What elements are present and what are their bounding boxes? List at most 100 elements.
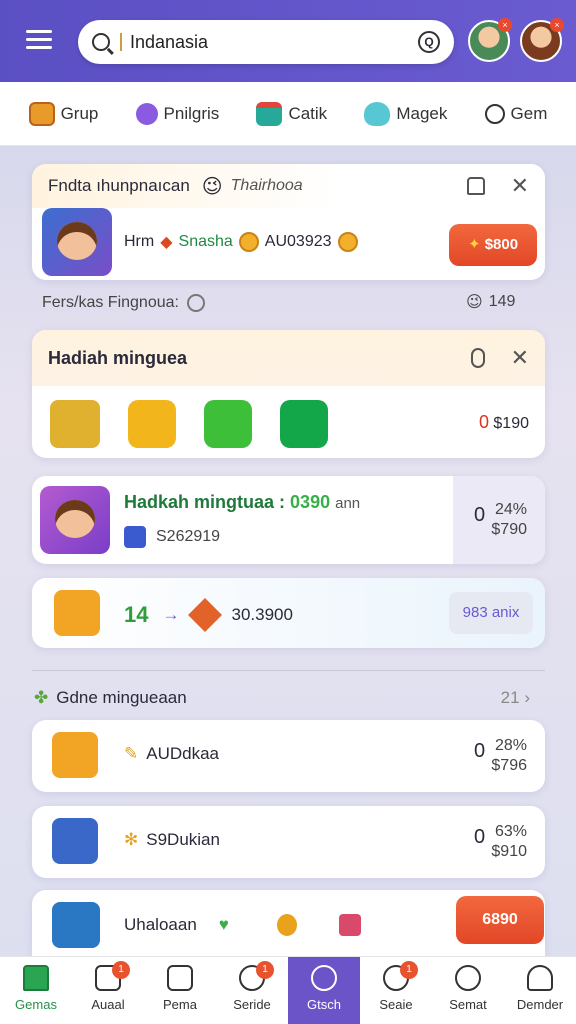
add-circle-icon[interactable] <box>186 294 205 312</box>
section-more[interactable]: 21 › <box>501 688 530 708</box>
info-label: Fers/kas Fingnoua: <box>42 294 179 311</box>
list-item-price: 63% $910 <box>491 822 527 862</box>
fire-icon: ◆ <box>160 234 173 251</box>
list-item-name: S9Dukian <box>146 830 220 849</box>
nav-label: Auaal <box>91 997 125 1012</box>
nav-semat[interactable]: Semat <box>432 957 504 1024</box>
game-thumbnail[interactable] <box>40 486 110 554</box>
weekly-title: Hadiah minguea <box>48 347 188 368</box>
teal-heart-icon <box>364 101 391 126</box>
green-app-icon[interactable] <box>204 400 252 448</box>
offer-sub: S262919 <box>156 528 221 545</box>
nav-demder[interactable]: Demder <box>504 957 576 1024</box>
puzzle-icon[interactable] <box>50 400 100 448</box>
close-icon[interactable]: ✕ <box>511 173 529 199</box>
offer-price: 24% $790 <box>491 500 527 540</box>
game-thumbnail[interactable] <box>42 208 112 276</box>
avatar[interactable]: × <box>468 18 512 62</box>
buy-button[interactable]: 6890 <box>456 896 544 944</box>
nav-gemas[interactable]: Gemas <box>0 957 72 1024</box>
candy-icon[interactable] <box>128 400 176 448</box>
list-item[interactable]: Uhaloaan ♥ 6890 <box>32 890 545 956</box>
level-number: 14 <box>124 602 149 627</box>
weekly-zero: 0 <box>478 412 489 432</box>
nav-seride[interactable]: 1 Seride <box>216 957 288 1024</box>
search-input[interactable] <box>130 31 418 53</box>
share-icon[interactable] <box>466 177 485 195</box>
notification-dot: × <box>498 18 512 32</box>
voice-search-icon[interactable]: Q <box>418 31 440 53</box>
offer-zero: 0 <box>474 504 486 526</box>
media-app-icon[interactable] <box>280 400 328 448</box>
nav-badge: 1 <box>400 961 418 979</box>
offer-card[interactable]: Hadkah mingtuaa : 0390 ann S262919 0 24%… <box>32 476 545 564</box>
promo-amount: AU03923 <box>264 233 332 250</box>
nav-label: Gtsch <box>307 997 341 1012</box>
tab-label: Grup <box>60 103 99 123</box>
tab-grup[interactable]: Grup <box>28 101 99 126</box>
text-caret <box>120 33 122 51</box>
nav-label: Demder <box>516 997 564 1012</box>
offer-title-row: Hadkah mingtuaa : 0390 ann <box>124 492 360 513</box>
nav-seaie[interactable]: 1 Seaie <box>360 957 432 1024</box>
info-row: Fers/kas Fingnoua: <box>42 294 205 312</box>
list-item[interactable]: ✻ S9Dukian 0 63% $910 <box>32 806 545 878</box>
tab-catik[interactable]: Catik <box>256 101 328 126</box>
info-count: 😉 149 <box>466 292 515 312</box>
notification-dot: × <box>550 18 564 32</box>
offer-highlight: 0390 <box>290 492 331 512</box>
list-item-zero: 0 <box>474 826 486 848</box>
list-item-zero: 0 <box>474 740 486 762</box>
coin-icon <box>337 232 358 252</box>
home-icon <box>23 965 49 991</box>
nav-pema[interactable]: Pema <box>144 957 216 1024</box>
exchange-card[interactable]: 14 → 30.3900 983 anix <box>32 578 545 648</box>
puzzle-piece-icon: ✻ <box>124 830 139 849</box>
offer-unit: ann <box>335 495 361 512</box>
exchange-amount: 30.3900 <box>231 605 293 624</box>
arrow-icon: → <box>162 605 180 624</box>
offer-price-value: $790 <box>491 521 527 538</box>
treasure-chest-icon <box>52 732 98 778</box>
card-icon <box>124 526 146 548</box>
nav-label: Pema <box>163 997 197 1012</box>
search-icon <box>92 33 110 51</box>
signal-icon <box>311 965 337 991</box>
list-item[interactable]: ✎ AUDdkaa 0 28% $796 <box>32 720 545 792</box>
tab-gem[interactable]: Gem <box>484 103 547 124</box>
balloon-icon <box>276 914 297 936</box>
close-icon[interactable]: ✕ <box>511 345 529 371</box>
tab-pnilgris[interactable]: Pnilgris <box>135 102 220 125</box>
nav-label: Seaie <box>379 997 413 1012</box>
avatar[interactable]: × <box>520 18 564 62</box>
ring-icon <box>484 103 505 124</box>
exchange-button[interactable]: 983 anix <box>449 592 533 634</box>
list-item-price-value: $910 <box>491 843 527 860</box>
nav-badge: 1 <box>256 961 274 979</box>
promo-card: Fndta ıhunpnaıcan 😉 Thairhooa ✕ Hrm ◆ Sn… <box>32 164 545 280</box>
clover-icon: ✤ <box>34 688 49 707</box>
nav-auaal[interactable]: 1 Auaal <box>72 957 144 1024</box>
buy-button[interactable]: ✦ $800 <box>449 224 537 266</box>
building-icon <box>167 965 193 991</box>
list-item-name: AUDdkaa <box>146 744 220 763</box>
shield-coin-icon <box>238 232 259 252</box>
tab-magek[interactable]: Magek <box>364 101 447 126</box>
chat-icon <box>455 965 481 991</box>
key-icon: ✎ <box>124 744 139 763</box>
tab-label: Pnilgris <box>163 103 220 123</box>
list-item-pct: 28% <box>494 737 527 754</box>
tablet-icon <box>52 818 98 864</box>
wallet-icon <box>52 902 100 948</box>
section-title: Gdne mingueaan <box>56 688 187 707</box>
heart-icon: ♥ <box>218 915 229 934</box>
wink-emoji-icon: 😉 <box>466 294 483 311</box>
nav-gtsch[interactable]: Gtsch <box>288 957 360 1024</box>
bookmark-icon[interactable] <box>470 348 485 368</box>
search-bar[interactable]: Q <box>78 20 454 64</box>
promo-game: Snasha <box>178 233 233 250</box>
menu-icon[interactable] <box>26 30 52 50</box>
tab-label: Catik <box>288 103 328 123</box>
nav-badge: 1 <box>112 961 130 979</box>
list-item-pct: 63% <box>494 823 527 840</box>
